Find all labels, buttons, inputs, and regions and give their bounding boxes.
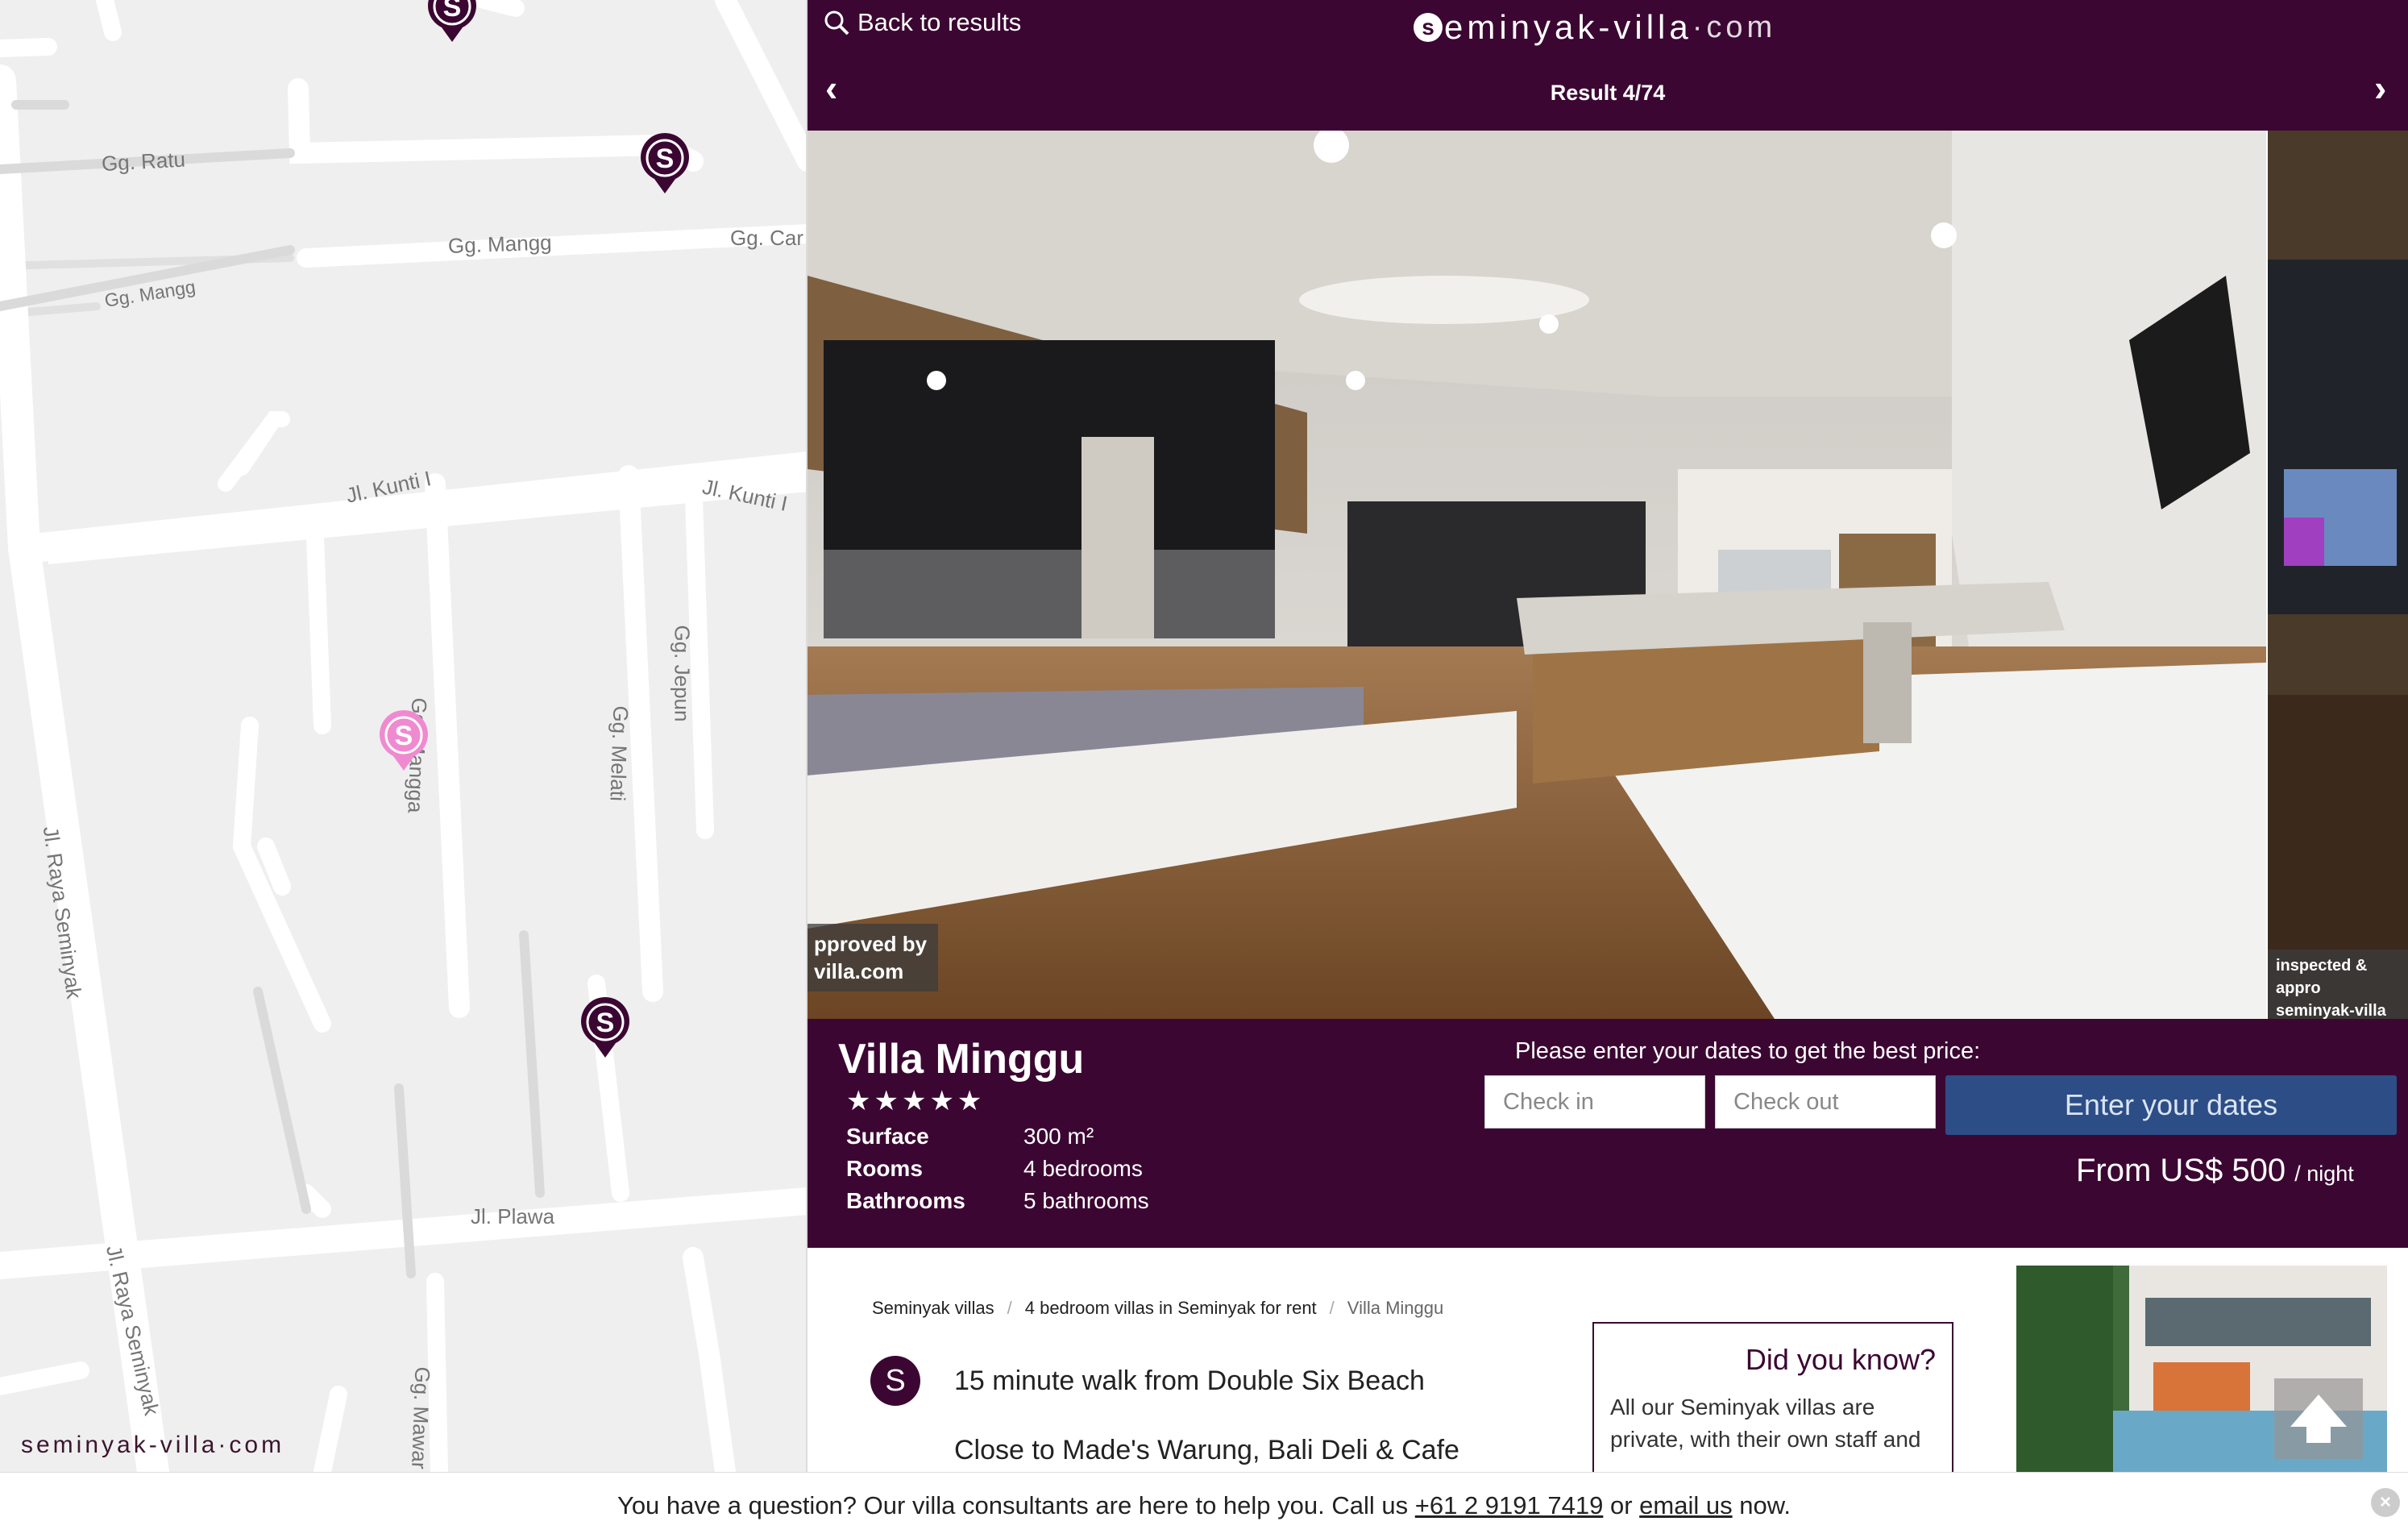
- svg-text:S: S: [443, 0, 462, 23]
- next-photo-image: [2268, 131, 2408, 1019]
- help-footer-bar: You have a question? Our villa consultan…: [0, 1472, 2408, 1538]
- brand-name: eminyak-villa: [1444, 8, 1692, 46]
- enter-dates-button[interactable]: Enter your dates: [1945, 1075, 2397, 1135]
- breadcrumb-item-4-bedroom[interactable]: 4 bedroom villas in Seminyak for rent: [1025, 1298, 1317, 1319]
- scroll-to-top-button[interactable]: [2274, 1378, 2363, 1459]
- villa-pin-icon[interactable]: S: [426, 0, 479, 42]
- price-text: From US$ 500: [2076, 1153, 2286, 1188]
- villa-content-card: Seminyak villas / 4 bedroom villas in Se…: [840, 1266, 1986, 1483]
- breadcrumb-item-seminyak-villas[interactable]: Seminyak villas: [872, 1298, 994, 1319]
- villa-info-bar: Villa Minggu ★★★★★ Surface 300 m² Rooms 4 …: [808, 1019, 2408, 1248]
- search-icon: [824, 10, 849, 35]
- email-us-link[interactable]: email us: [1639, 1491, 1732, 1520]
- feature-beach-distance: 15 minute walk from Double Six Beach: [954, 1365, 1425, 1396]
- did-you-know-text: All our Seminyak villas are private, wit…: [1610, 1395, 1921, 1452]
- check-out-field[interactable]: Check out: [1715, 1075, 1936, 1129]
- star-rating: ★★★★★: [846, 1086, 986, 1116]
- top-bar: Back to results s eminyak-villa ·com ‹ R…: [808, 0, 2408, 131]
- spec-value: 300 m²: [1023, 1124, 1094, 1149]
- did-you-know-box: Did you know? All our Seminyak villas ar…: [1592, 1322, 1953, 1483]
- map-panel[interactable]: Gg. Ratu Gg. Mangg Gg. Mangg Gg. Car Jl.…: [0, 0, 808, 1472]
- map-logo-text: seminyak-villa: [21, 1432, 218, 1458]
- check-in-field[interactable]: Check in: [1484, 1075, 1705, 1129]
- svg-text:S: S: [395, 721, 413, 751]
- brand-initial: s: [1414, 13, 1443, 42]
- approved-badge: pproved by villa.com: [808, 924, 939, 991]
- price-unit: / night: [2294, 1162, 2354, 1186]
- footer-now: now.: [1739, 1490, 1791, 1519]
- breadcrumb-separator: /: [1007, 1298, 1012, 1318]
- map-logo-suffix: ·com: [218, 1432, 285, 1458]
- spec-row: Rooms 4 bedrooms: [846, 1153, 1149, 1185]
- inspected-badge-text: inspected & appro seminyak-villa: [2276, 957, 2386, 1019]
- arrow-up-icon: [2290, 1395, 2347, 1443]
- footer-or: or: [1609, 1490, 1633, 1519]
- page: Gg. Ratu Gg. Mangg Gg. Mangg Gg. Car Jl.…: [0, 0, 2408, 1538]
- road-label-gg-mawar: Gg. Mawar: [407, 1365, 435, 1470]
- svg-text:S: S: [596, 1008, 615, 1038]
- spec-row: Bathrooms 5 bathrooms: [846, 1185, 1149, 1217]
- inspected-badge: inspected & appro seminyak-villa: [2268, 950, 2408, 1019]
- chevron-right-icon[interactable]: ›: [2374, 69, 2386, 106]
- spec-value: 5 bathrooms: [1023, 1188, 1149, 1213]
- breadcrumb-separator: /: [1329, 1298, 1335, 1318]
- villa-pin-icon[interactable]: S: [579, 996, 632, 1058]
- villa-next-photo[interactable]: inspected & appro seminyak-villa: [2268, 131, 2408, 1019]
- villa-name: Villa Minggu: [838, 1036, 1085, 1083]
- road-label-gg-jepun: Gg. Jepun: [670, 625, 695, 722]
- breadcrumb-item-current: Villa Minggu: [1347, 1298, 1444, 1318]
- close-icon[interactable]: ×: [2371, 1488, 2400, 1517]
- villa-detail-panel: Back to results s eminyak-villa ·com ‹ R…: [808, 0, 2408, 1483]
- road-label-gg-ratu: Gg. Ratu: [101, 147, 186, 176]
- back-to-results-link[interactable]: Back to results: [824, 8, 1021, 37]
- road-label-gg-car: Gg. Car: [730, 226, 804, 250]
- feature-nearby-places: Close to Made's Warung, Bali Deli & Cafe: [954, 1435, 1459, 1465]
- price-from: From US$ 500 / night: [2076, 1153, 2354, 1189]
- dates-prompt: Please enter your dates to get the best …: [1515, 1038, 1981, 1064]
- brand-logo[interactable]: s eminyak-villa ·com: [1414, 8, 1776, 47]
- approved-badge-text: pproved by villa.com: [814, 932, 928, 983]
- spec-row: Surface 300 m²: [846, 1120, 1149, 1153]
- spec-value: 4 bedrooms: [1023, 1156, 1143, 1181]
- result-counter: Result 4/74: [1550, 81, 1666, 105]
- road-label-gg-melati: Gg. Melati: [605, 705, 633, 802]
- spec-label: Bathrooms: [846, 1188, 965, 1213]
- road-label-jl-plawa: Jl. Plawa: [471, 1204, 555, 1228]
- villa-main-photo[interactable]: pproved by villa.com: [808, 131, 2266, 1019]
- villa-specs: Surface 300 m² Rooms 4 bedrooms Bathrooms 5…: [846, 1120, 1149, 1217]
- spec-label: Surface: [846, 1124, 929, 1149]
- svg-text:S: S: [656, 143, 675, 174]
- living-room-image: [808, 131, 2266, 1019]
- spec-label: Rooms: [846, 1156, 923, 1181]
- breadcrumb: Seminyak villas / 4 bedroom villas in Se…: [872, 1298, 1443, 1319]
- brand-suffix: ·com: [1692, 10, 1777, 44]
- active-villa-pin-icon[interactable]: S: [377, 709, 430, 771]
- road-label-gg-mangg: Gg. Mangg: [447, 230, 553, 258]
- phone-link[interactable]: +61 2 9191 7419: [1415, 1491, 1604, 1520]
- seminyak-s-icon: S: [870, 1356, 920, 1406]
- map-logo: seminyak-villa·com: [21, 1428, 284, 1460]
- footer-text: You have a question? Our villa consultan…: [617, 1490, 1409, 1519]
- villa-pin-icon[interactable]: S: [638, 132, 691, 193]
- back-to-results-label: Back to results: [857, 8, 1022, 36]
- did-you-know-title: Did you know?: [1745, 1343, 1936, 1376]
